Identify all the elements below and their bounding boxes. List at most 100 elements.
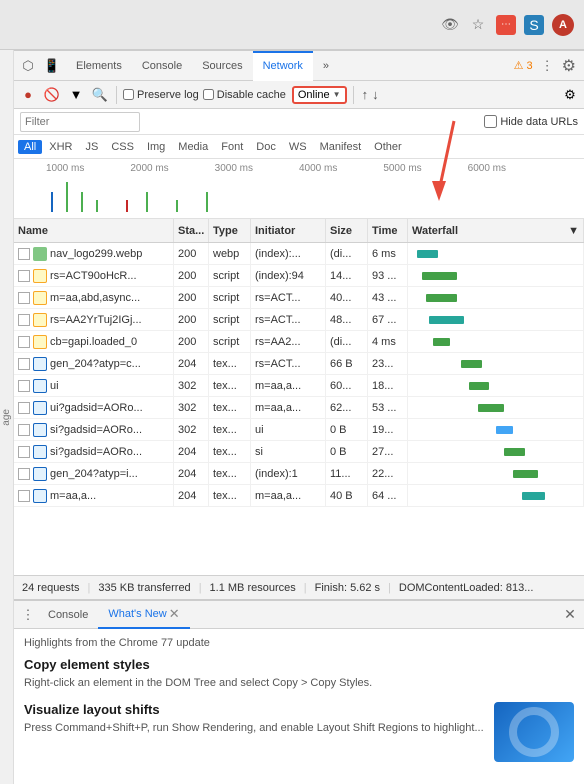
cell-size-7: 62...	[326, 397, 368, 418]
cell-waterfall-4	[408, 331, 584, 352]
star-icon[interactable]: ☆	[468, 15, 488, 35]
type-filter-img[interactable]: Img	[141, 140, 171, 154]
row-checkbox-9[interactable]	[18, 446, 30, 458]
type-filter-manifest[interactable]: Manifest	[314, 140, 368, 154]
table-row[interactable]: si?gadsid=AORo... 204 tex... si 0 B 27..…	[14, 441, 584, 463]
search-button[interactable]: 🔍	[90, 85, 110, 105]
timeline-label-3: 3000 ms	[215, 163, 299, 174]
preserve-log-label[interactable]: Preserve log	[123, 89, 199, 101]
cell-waterfall-7	[408, 397, 584, 418]
table-row[interactable]: si?gadsid=AORo... 302 tex... ui 0 B 19..…	[14, 419, 584, 441]
row-icon-5	[33, 357, 47, 371]
tab-console[interactable]: Console	[132, 51, 192, 81]
row-checkbox-4[interactable]	[18, 336, 30, 348]
row-checkbox-3[interactable]	[18, 314, 30, 326]
row-checkbox-1[interactable]	[18, 270, 30, 282]
type-filter-ws[interactable]: WS	[283, 140, 313, 154]
table-row[interactable]: rs=ACT90oHcR... 200 script (index):94 14…	[14, 265, 584, 287]
row-checkbox-6[interactable]	[18, 380, 30, 392]
disable-cache-checkbox[interactable]	[203, 89, 214, 100]
type-filter-css[interactable]: CSS	[105, 140, 140, 154]
record-button[interactable]: ●	[18, 85, 38, 105]
filter-input[interactable]	[25, 116, 135, 128]
slack-icon[interactable]: S	[524, 15, 544, 35]
cell-waterfall-2	[408, 287, 584, 308]
table-row[interactable]: cb=gapi.loaded_0 200 script rs=AA2... (d…	[14, 331, 584, 353]
device-icon[interactable]: 📱	[42, 56, 62, 76]
filter-toggle[interactable]: ▼	[66, 85, 86, 105]
table-row[interactable]: gen_204?atyp=i... 204 tex... (index):1 1…	[14, 463, 584, 485]
disable-cache-label[interactable]: Disable cache	[203, 89, 286, 101]
cell-size-10: 11...	[326, 463, 368, 484]
clear-button[interactable]: 🚫	[42, 85, 62, 105]
tab-overflow-icon[interactable]: ⋮	[537, 58, 558, 74]
devtools-settings-icon[interactable]: ⚙	[558, 56, 580, 76]
col-header-type[interactable]: Type	[209, 219, 251, 242]
cell-size-1: 14...	[326, 265, 368, 286]
cell-size-0: (di...	[326, 243, 368, 264]
table-row[interactable]: rs=AA2YrTuj2IGj... 200 script rs=ACT... …	[14, 309, 584, 331]
cell-time-9: 27...	[368, 441, 408, 462]
col-header-name[interactable]: Name	[14, 219, 174, 242]
cell-initiator-9: si	[251, 441, 326, 462]
network-settings-icon[interactable]: ⚙	[560, 85, 580, 105]
preserve-log-checkbox[interactable]	[123, 89, 134, 100]
avatar[interactable]: A	[552, 14, 574, 36]
export-button[interactable]: ↓	[372, 87, 379, 102]
cell-size-4: (di...	[326, 331, 368, 352]
eye-icon[interactable]: 👁	[440, 15, 460, 35]
timeline-labels: 1000 ms 2000 ms 3000 ms 4000 ms 5000 ms …	[14, 159, 584, 174]
type-filter-other[interactable]: Other	[368, 140, 408, 154]
network-throttle-dropdown[interactable]: Online	[292, 86, 347, 104]
cell-size-2: 40...	[326, 287, 368, 308]
type-filter-media[interactable]: Media	[172, 140, 214, 154]
col-header-time[interactable]: Time	[368, 219, 408, 242]
tab-whats-new-close[interactable]: ✕	[169, 606, 180, 622]
hide-data-urls-label[interactable]: Hide data URLs	[484, 115, 578, 128]
bottom-menu-icon[interactable]: ⋮	[18, 605, 38, 625]
cell-initiator-11: m=aa,a...	[251, 485, 326, 506]
row-checkbox-11[interactable]	[18, 490, 30, 502]
tab-network[interactable]: Network	[253, 51, 313, 81]
bottom-panel-close[interactable]: ✕	[560, 605, 580, 625]
table-row[interactable]: m=aa,abd,async... 200 script rs=ACT... 4…	[14, 287, 584, 309]
table-row[interactable]: ui 302 tex... m=aa,a... 60... 18...	[14, 375, 584, 397]
col-header-waterfall[interactable]: Waterfall ▼	[408, 219, 584, 242]
row-checkbox-5[interactable]	[18, 358, 30, 370]
col-header-status[interactable]: Sta...	[174, 219, 209, 242]
filter-bar: Hide data URLs	[14, 109, 584, 135]
type-filter-doc[interactable]: Doc	[250, 140, 282, 154]
table-row[interactable]: nav_logo299.webp 200 webp (index):... (d…	[14, 243, 584, 265]
row-checkbox-7[interactable]	[18, 402, 30, 414]
col-header-initiator[interactable]: Initiator	[251, 219, 326, 242]
tab-more[interactable]: »	[313, 51, 339, 81]
table-row[interactable]: gen_204?atyp=c... 204 tex... rs=ACT... 6…	[14, 353, 584, 375]
row-checkbox-8[interactable]	[18, 424, 30, 436]
type-filter-js[interactable]: JS	[79, 140, 104, 154]
feature-desc-0: Right-click an element in the DOM Tree a…	[24, 675, 574, 692]
tab-console-bottom[interactable]: Console	[38, 601, 98, 629]
cell-type-10: tex...	[209, 463, 251, 484]
cell-type-11: tex...	[209, 485, 251, 506]
tab-elements[interactable]: Elements	[66, 51, 132, 81]
cell-name-10: gen_204?atyp=i...	[14, 463, 174, 484]
row-checkbox-10[interactable]	[18, 468, 30, 480]
tab-sources[interactable]: Sources	[192, 51, 252, 81]
bottom-panel-content: Highlights from the Chrome 77 update Cop…	[14, 629, 584, 784]
col-header-size[interactable]: Size	[326, 219, 368, 242]
hide-data-urls-checkbox[interactable]	[484, 115, 497, 128]
cell-status-0: 200	[174, 243, 209, 264]
row-checkbox-2[interactable]	[18, 292, 30, 304]
type-filter-all[interactable]: All	[18, 140, 42, 154]
type-filter-font[interactable]: Font	[215, 140, 249, 154]
row-checkbox-0[interactable]	[18, 248, 30, 260]
table-row[interactable]: m=aa,a... 204 tex... m=aa,a... 40 B 64 .…	[14, 485, 584, 507]
import-button[interactable]: ↑	[362, 87, 369, 102]
inspect-icon[interactable]: ⬡	[18, 56, 38, 76]
table-row[interactable]: ui?gadsid=AORo... 302 tex... m=aa,a... 6…	[14, 397, 584, 419]
feature-text-1: Visualize layout shifts Press Command+Sh…	[24, 702, 484, 762]
extension-icon[interactable]: ⋯	[496, 15, 516, 35]
status-bar: 24 requests | 335 KB transferred | 1.1 M…	[14, 575, 584, 599]
tab-whats-new[interactable]: What's New ✕	[98, 601, 189, 629]
type-filter-xhr[interactable]: XHR	[43, 140, 78, 154]
